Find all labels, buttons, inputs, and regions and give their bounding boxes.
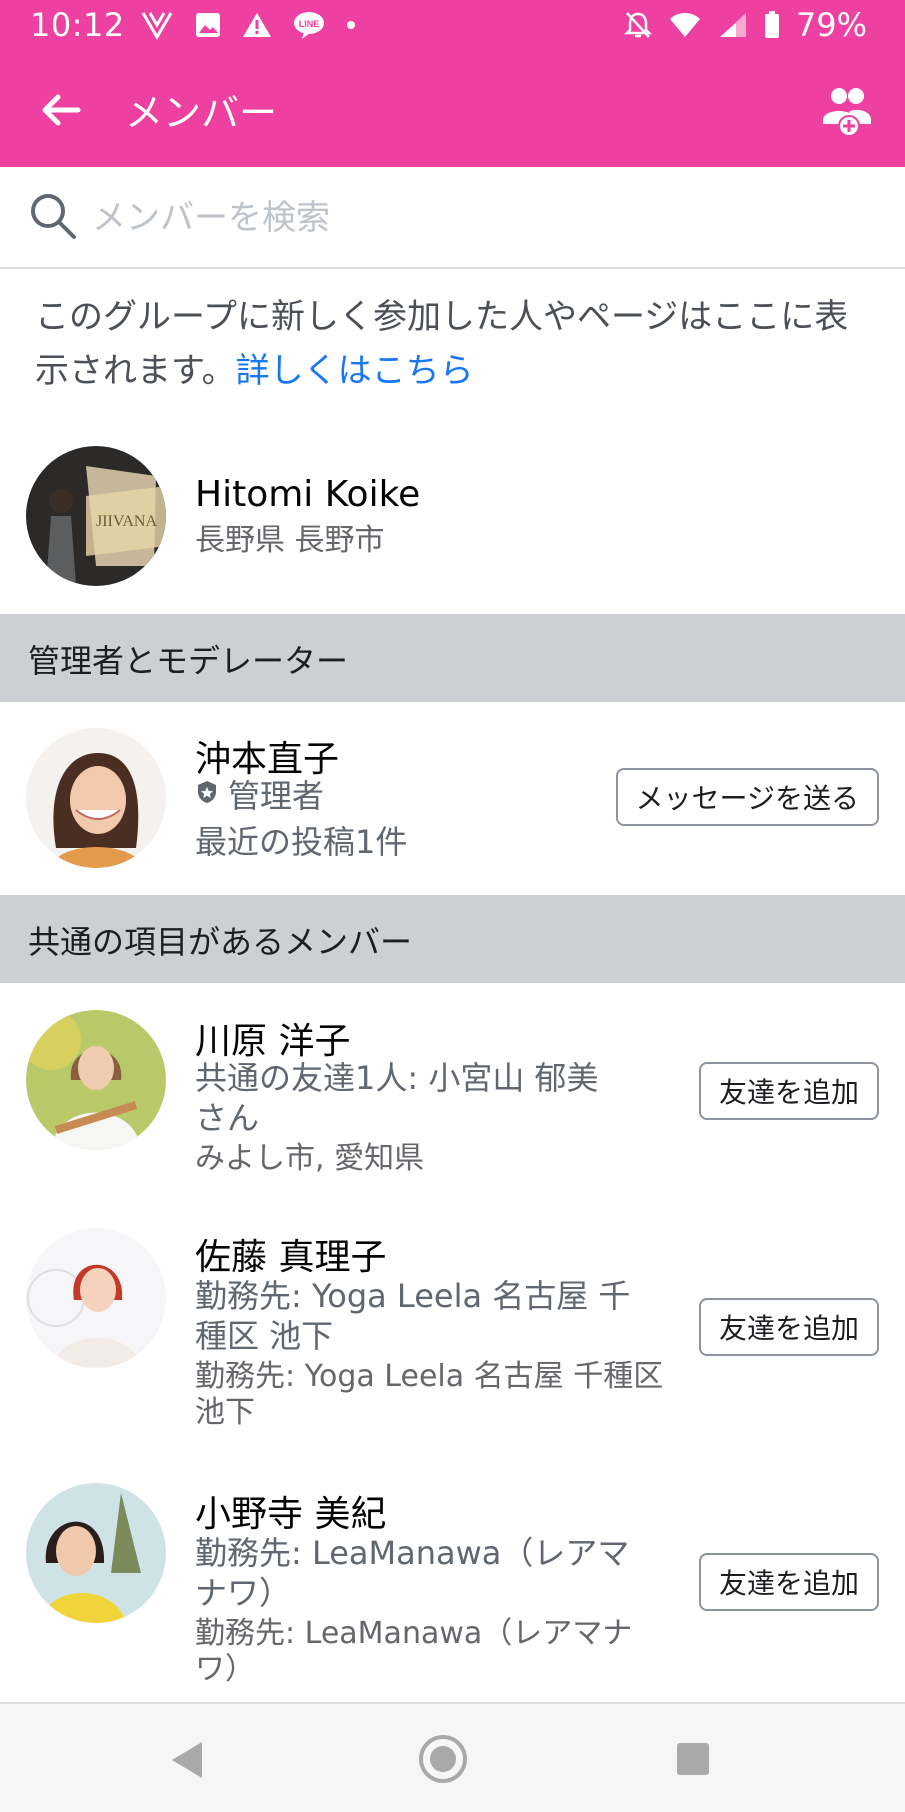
line-app-icon: LINE [294, 12, 324, 39]
workplace: 勤務先: Yoga Leela 名古屋 千 [195, 1277, 631, 1315]
svg-text:LINE: LINE [299, 19, 320, 29]
system-nav-bar [0, 1702, 905, 1812]
workplace-detail-cont: ワ） [195, 1652, 255, 1687]
send-message-button[interactable]: メッセージを送る [615, 768, 879, 826]
avatar[interactable] [26, 728, 166, 868]
section-title: 管理者とモデレーター [28, 642, 349, 680]
status-time: 10:12 [30, 6, 125, 44]
recent-posts: 最近の投稿1件 [195, 823, 408, 861]
app-bar: メンバー [0, 52, 905, 167]
new-member-row[interactable]: JIIVANA Hitomi Koike 長野県 長野市 [0, 442, 905, 602]
avatar[interactable] [26, 1483, 166, 1623]
mute-icon [623, 12, 652, 38]
avatar[interactable] [26, 1010, 166, 1150]
member-name[interactable]: 小野寺 美紀 [195, 1485, 386, 1537]
app-notification-icon [141, 12, 173, 40]
notification-icons: LINE [140, 10, 356, 40]
admin-badge-icon [198, 781, 216, 803]
member-name[interactable]: 佐藤 真理子 [195, 1228, 386, 1280]
add-friend-button[interactable]: 友達を追加 [698, 1062, 879, 1120]
admin-role: 管理者 [228, 777, 325, 815]
add-member-icon[interactable] [819, 82, 875, 138]
learn-more-link[interactable]: 詳しくはこちら [236, 351, 474, 391]
section-header-common: 共通の項目があるメンバー [0, 895, 905, 983]
member-name[interactable]: 川原 洋子 [195, 1012, 350, 1064]
page-title: メンバー [125, 91, 278, 135]
add-friend-button[interactable]: 友達を追加 [698, 1553, 879, 1611]
member-name[interactable]: 沖本直子 [195, 730, 339, 782]
gallery-icon [196, 13, 220, 37]
common-member-row[interactable]: 小野寺 美紀 勤務先: LeaManawa（レアマ ナワ） 勤務先: LeaMa… [0, 1475, 905, 1700]
mutual-friends-cont: さん [195, 1099, 260, 1137]
common-member-row[interactable]: 佐藤 真理子 勤務先: Yoga Leela 名古屋 千 種区 池下 勤務先: … [0, 1220, 905, 1470]
wifi-icon [669, 13, 700, 37]
workplace-cont: ナワ） [195, 1574, 292, 1612]
workplace-cont: 種区 池下 [195, 1317, 334, 1355]
status-bar: 10:12 LINE 79% [0, 0, 905, 52]
workplace-detail: 勤務先: LeaManawa（レアマナ [195, 1616, 633, 1651]
signal-icon [719, 13, 746, 37]
nav-back-icon[interactable] [170, 1740, 206, 1780]
workplace-detail: 勤務先: Yoga Leela 名古屋 千種区 [195, 1359, 664, 1394]
section-title: 共通の項目があるメンバー [28, 923, 413, 961]
more-notifications-icon [347, 21, 355, 29]
nav-home-icon[interactable] [418, 1734, 468, 1784]
member-location: 長野県 長野市 [195, 523, 385, 558]
common-member-row[interactable]: 川原 洋子 共通の友達1人: 小宮山 郁美 さん みよし市, 愛知県 友達を追加 [0, 990, 905, 1210]
avatar[interactable] [26, 1228, 166, 1368]
warning-icon [243, 13, 271, 37]
workplace: 勤務先: LeaManawa（レアマ [195, 1534, 630, 1572]
admin-member-row[interactable]: 沖本直子 管理者 最近の投稿1件 メッセージを送る [0, 702, 905, 892]
add-friend-button[interactable]: 友達を追加 [698, 1298, 879, 1356]
svg-text:JIIVANA: JIIVANA [96, 513, 157, 530]
member-search-input[interactable] [90, 189, 854, 247]
member-location: みよし市, 愛知県 [195, 1141, 425, 1176]
battery-icon [764, 11, 779, 38]
mutual-friends: 共通の友達1人: 小宮山 郁美 [195, 1059, 599, 1097]
system-status-icons: 79% [623, 6, 867, 44]
search-icon [31, 194, 76, 239]
workplace-detail-cont: 池下 [195, 1395, 255, 1430]
nav-recent-apps-icon[interactable] [676, 1742, 710, 1776]
avatar[interactable]: JIIVANA [26, 446, 166, 586]
new-members-info: このグループに新しく参加した人やページはここに表示されます。詳しくはこちら [35, 290, 875, 398]
back-arrow-icon[interactable] [38, 88, 82, 132]
battery-percent: 79% [795, 6, 867, 44]
search-bar [0, 167, 905, 269]
member-name[interactable]: Hitomi Koike [195, 474, 420, 515]
section-header-admins: 管理者とモデレーター [0, 614, 905, 702]
